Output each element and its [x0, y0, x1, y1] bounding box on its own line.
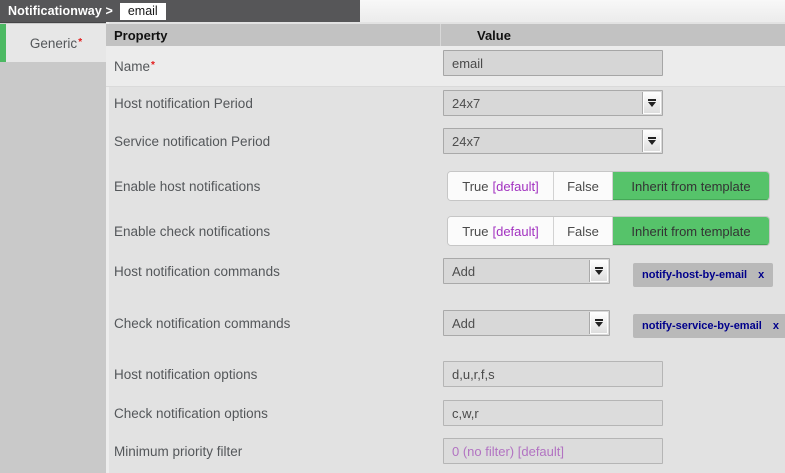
- selected-value: 24x7: [452, 96, 480, 111]
- column-divider: [440, 24, 441, 46]
- dropdown-arrow-icon[interactable]: [589, 312, 608, 334]
- tag-label: notify-host-by-email: [642, 269, 747, 281]
- dropdown-arrow-icon[interactable]: [589, 260, 608, 282]
- form-panel: Property Value Name* Host notification P…: [106, 22, 785, 473]
- service-notification-period-select[interactable]: 24x7: [443, 128, 663, 154]
- sidebar: Generic*: [0, 23, 106, 473]
- host-notification-options-input[interactable]: [443, 361, 663, 387]
- field-label-service-notification-period: Service notification Period: [114, 128, 270, 154]
- check-notification-commands-add-select[interactable]: Add: [443, 310, 610, 336]
- selected-value: Add: [452, 316, 475, 331]
- selected-value: Add: [452, 264, 475, 279]
- field-label-enable-check-notifications: Enable check notifications: [114, 216, 270, 246]
- sidebar-tab-generic[interactable]: Generic*: [0, 24, 106, 62]
- field-label-host-notification-options: Host notification options: [114, 361, 257, 387]
- tag-remove-icon[interactable]: x: [758, 269, 764, 281]
- field-label-host-notification-commands: Host notification commands: [114, 258, 280, 284]
- false-button[interactable]: False: [554, 172, 613, 200]
- breadcrumb-section: Notificationway >: [8, 4, 113, 18]
- table-header: Property Value: [106, 24, 785, 46]
- field-label-minimum-priority-filter: Minimum priority filter: [114, 438, 242, 464]
- enable-host-notifications-toggle: True [default] False Inherit from templa…: [447, 171, 770, 201]
- dropdown-arrow-icon[interactable]: [642, 92, 661, 114]
- tag-remove-icon[interactable]: x: [773, 320, 779, 332]
- command-tag-notify-service-by-email: notify-service-by-email x: [633, 314, 785, 338]
- field-label-check-notification-options: Check notification options: [114, 400, 268, 426]
- breadcrumb: Notificationway > email: [0, 0, 360, 23]
- tag-label: notify-service-by-email: [642, 320, 762, 332]
- column-header-property: Property: [114, 24, 167, 46]
- true-default-button[interactable]: True [default]: [448, 172, 554, 200]
- minimum-priority-filter-input[interactable]: [443, 438, 663, 464]
- default-note: [default]: [492, 224, 538, 239]
- notificationway-editor: Notificationway > email Generic* Propert…: [0, 0, 785, 473]
- check-notification-options-input[interactable]: [443, 400, 663, 426]
- field-label-name: Name*: [114, 46, 155, 86]
- dropdown-arrow-icon[interactable]: [642, 130, 661, 152]
- command-tag-notify-host-by-email: notify-host-by-email x: [633, 263, 773, 287]
- default-note: [default]: [492, 179, 538, 194]
- false-button[interactable]: False: [554, 217, 613, 245]
- selected-value: 24x7: [452, 134, 480, 149]
- field-label-host-notification-period: Host notification Period: [114, 90, 253, 116]
- top-filler: [360, 0, 785, 23]
- column-header-value: Value: [477, 24, 511, 46]
- inherit-from-template-button[interactable]: Inherit from template: [613, 172, 769, 200]
- enable-check-notifications-toggle: True [default] False Inherit from templa…: [447, 216, 770, 246]
- host-notification-period-select[interactable]: 24x7: [443, 90, 663, 116]
- name-input[interactable]: [443, 50, 663, 76]
- field-label-enable-host-notifications: Enable host notifications: [114, 171, 260, 201]
- breadcrumb-item-email[interactable]: email: [120, 3, 166, 20]
- host-notification-commands-add-select[interactable]: Add: [443, 258, 610, 284]
- tab-label: Generic: [30, 36, 77, 51]
- true-default-button[interactable]: True [default]: [448, 217, 554, 245]
- inherit-from-template-button[interactable]: Inherit from template: [613, 217, 769, 245]
- field-label-check-notification-commands: Check notification commands: [114, 310, 290, 336]
